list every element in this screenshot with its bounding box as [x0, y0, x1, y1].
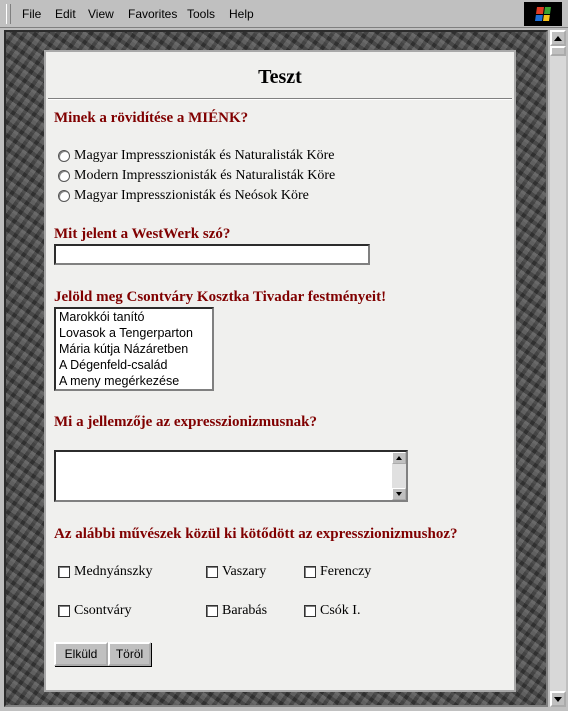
- paintings-listbox[interactable]: Marokkói tanító Lovasok a Tengerparton M…: [54, 307, 214, 391]
- menu-edit[interactable]: Edit: [55, 7, 76, 21]
- menu-grip: [6, 4, 11, 24]
- menu-bar: File Edit View Favorites Tools Help: [0, 0, 568, 28]
- page-scrollbar[interactable]: [550, 30, 566, 707]
- radio-button[interactable]: [58, 150, 70, 162]
- q5-option-barabas[interactable]: Barabás: [206, 603, 267, 619]
- list-item[interactable]: Mária kútja Názáretben: [56, 341, 212, 357]
- q1-option-2[interactable]: Modern Impresszionisták és Naturalisták …: [58, 168, 335, 184]
- q5-option-csontvary[interactable]: Csontváry: [58, 603, 132, 619]
- checkbox[interactable]: [304, 566, 316, 578]
- question-3-label: Jelöld meg Csontváry Kosztka Tivadar fes…: [54, 289, 387, 305]
- checkbox[interactable]: [58, 605, 70, 617]
- menu-file[interactable]: File: [22, 7, 41, 21]
- q1-option-3[interactable]: Magyar Impresszionisták és Neósok Köre: [58, 188, 309, 204]
- menu-tools[interactable]: Tools: [187, 7, 215, 21]
- q5-option-label: Mednyánszky: [74, 564, 153, 579]
- q5-option-label: Csók I.: [320, 603, 361, 618]
- checkbox[interactable]: [206, 605, 218, 617]
- reset-button[interactable]: Töröl: [108, 642, 151, 666]
- q1-option-3-label: Magyar Impresszionisták és Neósok Köre: [74, 188, 309, 203]
- page-viewport: Teszt Minek a rövidítése a MIÉNK? Magyar…: [4, 30, 548, 707]
- title-divider: [48, 98, 512, 100]
- question-2-label: Mit jelent a WestWerk szó?: [54, 226, 231, 242]
- checkbox[interactable]: [206, 566, 218, 578]
- question-4-label: Mi a jellemzője az expresszionizmusnak?: [54, 414, 318, 430]
- q1-option-1[interactable]: Magyar Impresszionisták és Naturalisták …: [58, 148, 334, 164]
- scroll-up-icon[interactable]: [550, 30, 566, 46]
- checkbox[interactable]: [58, 566, 70, 578]
- browser-frame: Teszt Minek a rövidítése a MIÉNK? Magyar…: [0, 28, 568, 711]
- q5-option-csok[interactable]: Csók I.: [304, 603, 360, 619]
- radio-button[interactable]: [58, 170, 70, 182]
- windows-logo-icon: [524, 2, 562, 26]
- submit-button[interactable]: Elküld: [54, 642, 108, 666]
- list-item[interactable]: A Dégenfeld-család: [56, 357, 212, 373]
- q5-option-label: Csontváry: [74, 603, 132, 618]
- expressionism-textarea[interactable]: [54, 450, 408, 502]
- form-card: Teszt Minek a rövidítése a MIÉNK? Magyar…: [44, 50, 516, 692]
- q5-option-label: Vaszary: [222, 564, 267, 579]
- scroll-up-icon[interactable]: [392, 452, 406, 464]
- scroll-down-icon[interactable]: [392, 488, 406, 500]
- question-1-label: Minek a rövidítése a MIÉNK?: [54, 110, 249, 126]
- scroll-thumb[interactable]: [550, 46, 566, 56]
- checkbox[interactable]: [304, 605, 316, 617]
- menu-view[interactable]: View: [88, 7, 114, 21]
- q5-option-mednyanszky[interactable]: Mednyánszky: [58, 564, 153, 580]
- q1-option-1-label: Magyar Impresszionisták és Naturalisták …: [74, 148, 335, 163]
- radio-button[interactable]: [58, 190, 70, 202]
- page-title: Teszt: [258, 66, 302, 88]
- question-5-label: Az alábbi művészek közül ki kötődött az …: [54, 526, 458, 542]
- list-item[interactable]: Lovasok a Tengerparton: [56, 325, 212, 341]
- westwerk-text-input[interactable]: [54, 244, 370, 265]
- q1-option-2-label: Modern Impresszionisták és Naturalisták …: [74, 168, 336, 183]
- menu-favorites[interactable]: Favorites: [128, 7, 177, 21]
- q5-option-label: Barabás: [222, 603, 268, 618]
- list-item[interactable]: A meny megérkezése: [56, 373, 212, 389]
- list-item[interactable]: Marokkói tanító: [56, 309, 212, 325]
- scroll-down-icon[interactable]: [550, 691, 566, 707]
- textarea-scrollbar[interactable]: [392, 452, 406, 500]
- q5-option-label: Ferenczy: [320, 564, 372, 579]
- q5-option-ferenczy[interactable]: Ferenczy: [304, 564, 371, 580]
- menu-help[interactable]: Help: [229, 7, 254, 21]
- q5-option-vaszary[interactable]: Vaszary: [206, 564, 266, 580]
